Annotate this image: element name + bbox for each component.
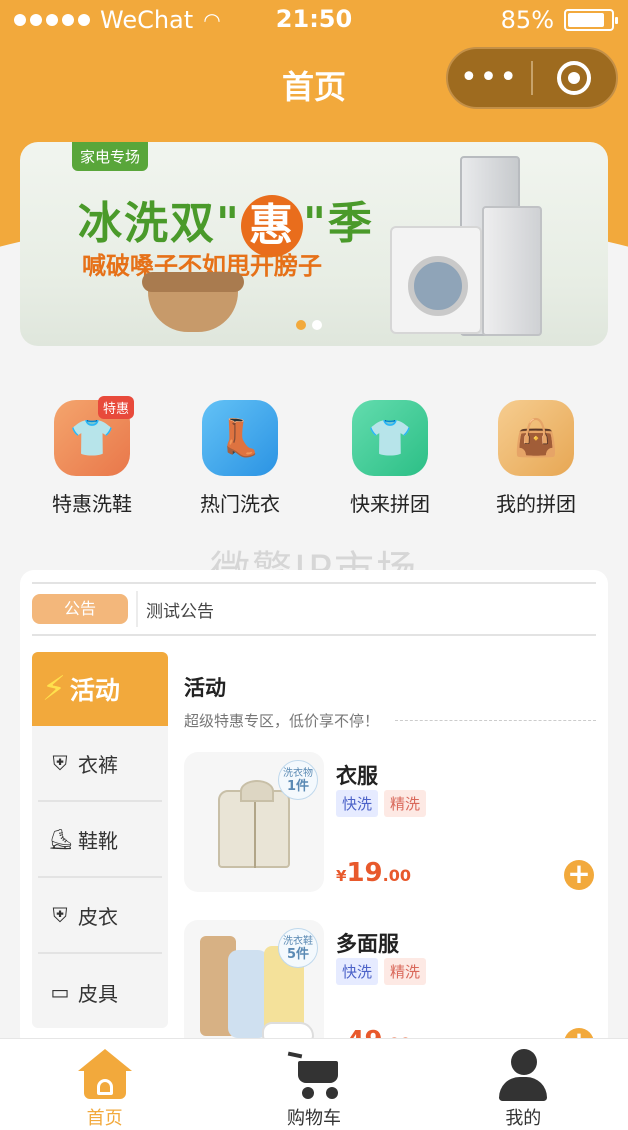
notice-tag: 公告: [32, 594, 128, 624]
badge-bottom: 1件: [286, 779, 310, 794]
section-title: 活动: [184, 676, 226, 700]
wallet-icon: ▭: [50, 980, 70, 1004]
tab-profile[interactable]: 我的: [419, 1039, 628, 1130]
battery-icon: [564, 9, 618, 31]
price-integer: 19: [346, 858, 383, 888]
badge-bottom: 5件: [286, 947, 310, 962]
tag-fine-wash: 精洗: [384, 958, 427, 985]
product-name: 多面服: [336, 932, 399, 956]
headline-post: "季: [302, 198, 374, 249]
tab-label: 购物车: [286, 1108, 341, 1129]
more-icon: •••: [459, 60, 520, 95]
category-group-buy[interactable]: 👕 快来拼团: [330, 400, 450, 517]
product-image: 洗衣物 1件: [184, 752, 324, 892]
category-label: 特惠洗鞋: [52, 492, 132, 516]
sidebar-item-label: 鞋靴: [78, 828, 118, 853]
headline-pre: 冰洗双": [78, 198, 241, 249]
app-screen: WeChat ◠ 21:50 85% 首页 ••• 家电专场 冰洗双" 惠 "季 喊…: [0, 0, 628, 1130]
section-subtitle-text: 超级特惠专区，低价享不停！: [184, 712, 380, 730]
category-label: 快来拼团: [350, 492, 430, 516]
section-subtitle: 超级特惠专区，低价享不停！: [184, 710, 596, 731]
tab-bar: 首页 购物车 我的: [0, 1038, 628, 1130]
badge-top: 洗衣鞋: [283, 936, 313, 947]
plus-icon: +: [567, 857, 591, 890]
notice-divider: [136, 591, 138, 627]
tag-fast-wash: 快洗: [336, 958, 379, 985]
category-my-group[interactable]: 👜 我的拼团: [476, 400, 596, 517]
sidebar-item-clothes[interactable]: ⛨ 衣裤: [38, 726, 162, 802]
tshirt-icon: 👕: [352, 400, 428, 476]
sidebar-item-leather-clothes[interactable]: ⛨ 皮衣: [38, 878, 162, 954]
promo-banner[interactable]: 家电专场 冰洗双" 惠 "季 喊破嗓子不如甩开膀子: [20, 142, 608, 346]
product-item[interactable]: 洗衣物 1件 衣服 快洗 精洗 ¥19.00 +: [184, 752, 596, 892]
down-jacket-image: [228, 950, 268, 1038]
product-price: ¥19.00: [336, 858, 411, 888]
product-tags: 快洗 精洗: [336, 958, 427, 985]
product-badge: 洗衣鞋 5件: [278, 928, 318, 968]
dashed-divider: [395, 720, 596, 721]
main-card: 公告 测试公告 ⚡ 活动 ⛨ 衣裤 ⛸ 鞋靴 ⛨ 皮衣 ▭ 皮具 活动 超级特惠…: [20, 570, 608, 1050]
sidebar-item-activity[interactable]: ⚡ 活动: [32, 652, 168, 726]
shirt-icon: ⛨: [52, 751, 68, 775]
price-currency: ¥: [336, 867, 347, 885]
tab-cart[interactable]: 购物车: [209, 1039, 418, 1130]
notice-text: 测试公告: [146, 601, 214, 622]
product-list: 活动 超级特惠专区，低价享不停！ 洗衣物 1件 衣服 快洗 精洗 ¥19.00 +: [184, 652, 596, 1050]
more-menu-button[interactable]: •••: [448, 63, 531, 93]
user-icon: [497, 1049, 549, 1101]
badge-top: 洗衣物: [283, 768, 313, 779]
boot-icon: 👢: [202, 400, 278, 476]
battery-percent: 85%: [500, 6, 554, 34]
category-sidebar: ⚡ 活动 ⛨ 衣裤 ⛸ 鞋靴 ⛨ 皮衣 ▭ 皮具: [32, 652, 168, 1028]
tag-fine-wash: 精洗: [384, 790, 427, 817]
category-discount-shoes[interactable]: 👕 特惠 特惠洗鞋: [32, 396, 152, 517]
product-item[interactable]: 洗衣鞋5件 多面服 快洗 精洗 ¥49.00 +: [184, 920, 596, 1050]
banner-dot[interactable]: [312, 320, 322, 330]
shirt-icon: 👕 特惠: [54, 396, 134, 476]
close-miniprogram-button[interactable]: [533, 61, 616, 95]
tab-label: 首页: [86, 1108, 123, 1129]
washing-machine-image: [390, 226, 482, 334]
product-image: 洗衣鞋 5件: [184, 920, 324, 1050]
bolt-icon: ⚡: [42, 669, 66, 709]
jacket-image: [218, 780, 290, 868]
category-popular-laundry[interactable]: 👢 热门洗衣: [180, 400, 300, 517]
add-to-cart-button[interactable]: +: [564, 860, 594, 890]
banner-dot-active[interactable]: [296, 320, 306, 330]
notice-bar[interactable]: 公告 测试公告: [32, 582, 596, 636]
tag-fast-wash: 快洗: [336, 790, 379, 817]
navigation-bar: 首页 •••: [0, 44, 628, 120]
banner-pagination: [296, 320, 322, 330]
discount-badge: 特惠: [97, 396, 134, 419]
coat-icon: ⛨: [52, 903, 68, 927]
category-label: 热门洗衣: [200, 492, 280, 516]
home-icon: [77, 1049, 132, 1099]
sidebar-item-label: 活动: [69, 676, 120, 705]
sidebar-item-label: 皮衣: [78, 904, 118, 929]
product-badge: 洗衣物 1件: [278, 760, 318, 800]
product-tags: 快洗 精洗: [336, 790, 427, 817]
miniprogram-capsule: •••: [446, 47, 618, 109]
laundry-basket-image: [142, 272, 244, 332]
banner-tag: 家电专场: [72, 142, 149, 171]
status-bar: WeChat ◠ 21:50 85%: [0, 0, 628, 40]
sidebar-item-label: 皮具: [78, 981, 118, 1006]
product-name: 衣服: [336, 764, 378, 788]
tab-home[interactable]: 首页: [0, 1039, 209, 1130]
price-decimal: .00: [382, 866, 411, 885]
tab-label: 我的: [505, 1108, 542, 1129]
target-icon: [557, 61, 592, 95]
sidebar-item-leather-goods[interactable]: ▭ 皮具: [38, 954, 162, 1028]
fridge-image-2: [482, 206, 542, 336]
sidebar-item-label: 衣裤: [78, 752, 118, 777]
category-grid: 👕 特惠 特惠洗鞋 👢 热门洗衣 👕 快来拼团 👜 我的拼团: [0, 396, 628, 520]
category-label: 我的拼团: [496, 492, 576, 516]
battery-status: 85%: [500, 6, 618, 34]
shoe-icon: ⛸: [48, 827, 74, 851]
bag-icon: 👜: [498, 400, 574, 476]
sidebar-item-shoes[interactable]: ⛸ 鞋靴: [38, 802, 162, 878]
cart-icon: [286, 1049, 342, 1099]
